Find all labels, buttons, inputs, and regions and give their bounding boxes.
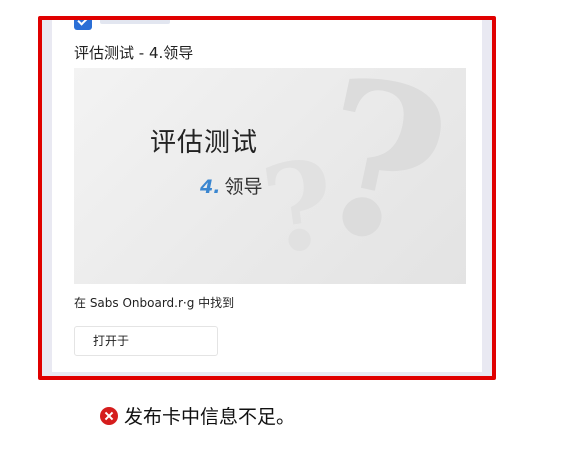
hero-title: 评估测试: [150, 128, 259, 158]
status-text: 发布卡中信息不足。: [124, 406, 296, 428]
highlight-frame: 评估测试 - 4.领导 ? ? 评估测试 4. 领导 在 Sabs Onboard…: [38, 16, 496, 380]
app-name-placeholder: [100, 20, 170, 24]
found-in-text: 在 Sabs Onboard.r·g 中找到: [74, 296, 235, 310]
app-icon: [74, 20, 92, 30]
hero-subtitle-text: 领导: [224, 176, 263, 198]
card-title: 评估测试 - 4.领导: [74, 44, 194, 62]
hero-image: ? ? 评估测试 4. 领导: [74, 68, 466, 284]
hero-subtitle: 4. 领导: [200, 172, 262, 199]
hero-number: 4.: [200, 176, 221, 198]
error-x-icon: [100, 406, 118, 425]
open-in-button[interactable]: 打开于: [74, 326, 218, 356]
status-message: 发布卡中信息不足。: [100, 402, 295, 429]
adaptive-card: 评估测试 - 4.领导 ? ? 评估测试 4. 领导 在 Sabs Onboard…: [52, 20, 482, 372]
